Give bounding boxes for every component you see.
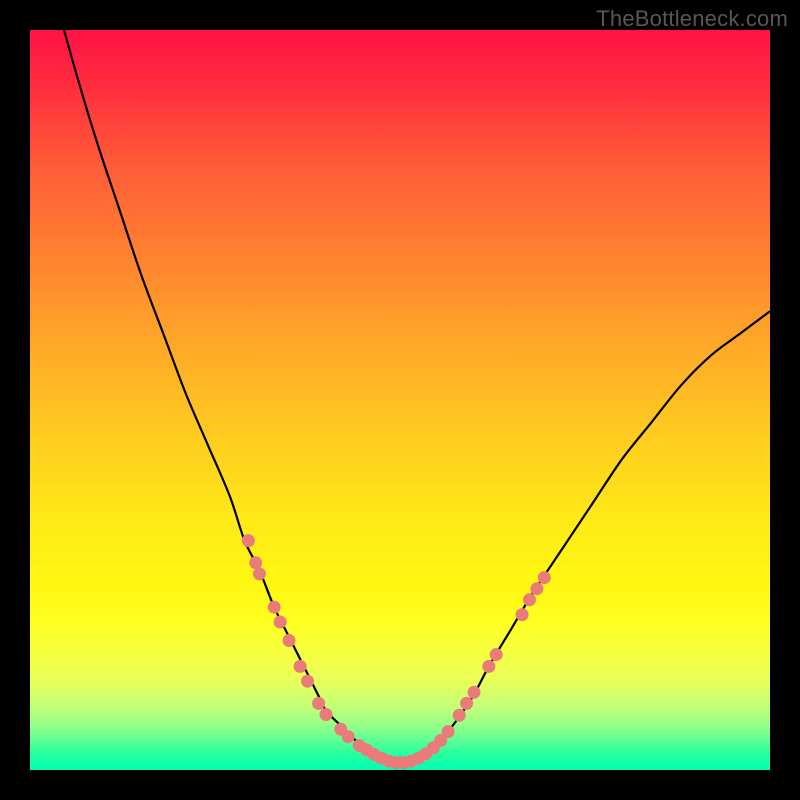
data-marker [312,697,325,710]
data-marker [283,634,296,647]
data-marker [342,730,355,743]
data-marker [530,582,543,595]
data-marker [274,616,287,629]
data-marker [242,534,255,547]
bottleneck-curve [30,30,770,770]
data-marker [253,567,266,580]
plot-area [30,30,770,770]
data-marker [482,660,495,673]
curve-line [30,30,770,764]
data-marker [490,648,503,661]
data-marker [453,709,466,722]
data-marker [268,601,281,614]
data-marker [468,686,481,699]
watermark-text: TheBottleneck.com [596,6,788,32]
data-marker [294,660,307,673]
data-marker [442,725,455,738]
data-marker [320,708,333,721]
chart-frame: TheBottleneck.com [0,0,800,800]
data-marker [523,593,536,606]
data-marker [249,556,262,569]
data-marker [538,571,551,584]
data-marker [460,697,473,710]
data-marker [301,675,314,688]
data-marker [516,608,529,621]
